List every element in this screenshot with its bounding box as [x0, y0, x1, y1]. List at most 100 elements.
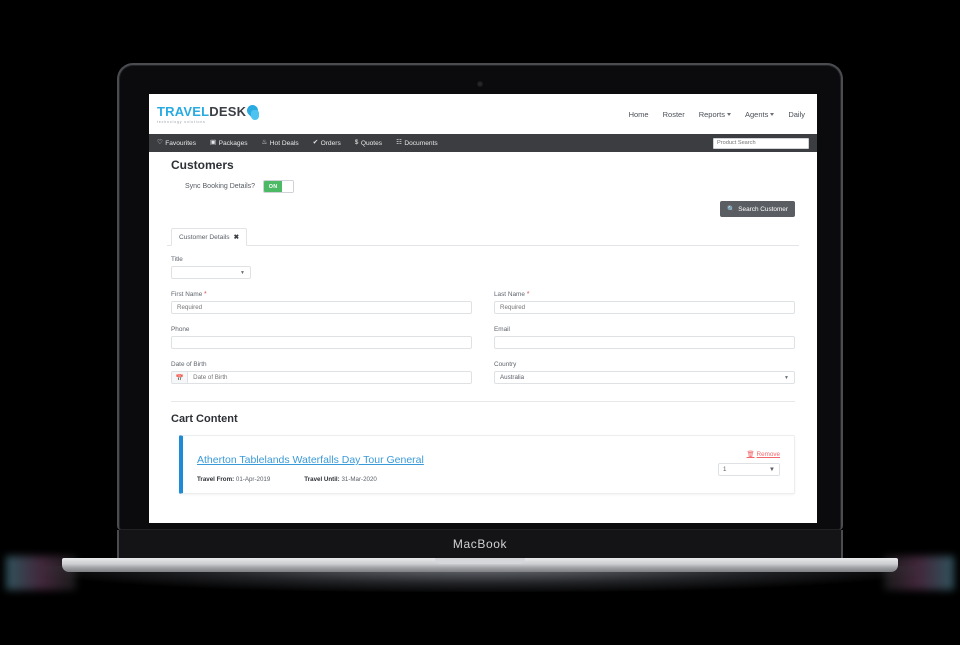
search-customer-label: Search Customer [738, 205, 788, 213]
top-navigation: Home Roster Reports Agents Daily [629, 110, 807, 119]
calendar-icon[interactable]: 📅 [171, 371, 188, 384]
title-select[interactable]: ▼ [171, 266, 251, 279]
top-nav-label: Agents [744, 109, 769, 119]
laptop-base [62, 558, 898, 572]
sync-booking-row: Sync Booking Details? ON [185, 180, 799, 193]
nav-label: Documents [404, 139, 438, 147]
tab-customer-details[interactable]: Customer Details ✖ [171, 228, 248, 246]
form-spacer [494, 256, 795, 279]
nav-item-favourites[interactable]: ♡ Favourites [157, 138, 196, 147]
laptop-bottom-bezel: MacBook [117, 530, 843, 558]
map-pin-hand-icon [244, 102, 261, 120]
sync-booking-toggle[interactable]: ON [263, 180, 295, 193]
product-search-input[interactable] [713, 137, 809, 149]
travel-until: Travel Until: 31-Mar-2020 [304, 476, 377, 483]
customer-details-form: Title ▼ First Name * Required Last Name … [167, 246, 799, 384]
nav-label: Quotes [360, 139, 383, 147]
close-icon[interactable]: ✖ [234, 233, 239, 241]
section-divider [171, 401, 795, 402]
page-title: Customers [171, 158, 234, 172]
nav-item-packages[interactable]: ▣ Packages [210, 138, 248, 147]
brand-name-part1: TRAVEL [157, 103, 210, 119]
toggle-knob [282, 181, 294, 192]
heart-icon: ♡ [157, 138, 163, 146]
chevron-down-icon [726, 113, 731, 117]
cart-item-title[interactable]: Atherton Tablelands Waterfalls Day Tour … [197, 454, 424, 466]
package-icon: ▣ [210, 138, 217, 146]
brand-name-part2: DESK [209, 103, 247, 119]
country-select[interactable]: Australia ▼ [494, 371, 795, 384]
chevron-down-icon: ▼ [240, 269, 245, 276]
required-marker: * [526, 291, 530, 298]
top-nav-label: Daily [788, 109, 805, 119]
remove-item-button[interactable]: 🗑 Remove [746, 450, 780, 459]
top-nav-label: Reports [698, 109, 725, 119]
brand-logo[interactable]: TRAVELDESK technology solutions [157, 102, 261, 124]
nav-item-hot-deals[interactable]: ♨ Hot Deals [262, 139, 299, 147]
nav-item-documents[interactable]: ☷ Documents [396, 139, 438, 147]
cart-item-card: Atherton Tablelands Waterfalls Day Tour … [179, 435, 795, 494]
tab-bar: Customer Details ✖ [167, 228, 799, 246]
field-label-phone: Phone [171, 326, 190, 333]
trash-icon: 🗑 [746, 451, 755, 458]
search-customer-button[interactable]: 🔍 Search Customer [720, 201, 795, 217]
screenshot-stage: TRAVELDESK technology solutions Home Ros… [0, 0, 960, 645]
toggle-on-label: ON [264, 181, 283, 192]
top-nav-item-roster[interactable]: Roster [663, 110, 685, 119]
field-date-of-birth: Date of Birth 📅 [171, 361, 472, 384]
search-icon: 🔍 [727, 206, 736, 213]
site-header: TRAVELDESK technology solutions Home Ros… [149, 94, 817, 134]
sync-booking-label: Sync Booking Details? [185, 183, 256, 190]
phone-input[interactable] [171, 336, 472, 349]
top-nav-item-agents[interactable]: Agents [744, 109, 775, 119]
nav-label: Packages [218, 139, 248, 147]
top-nav-item-home[interactable]: Home [629, 110, 649, 119]
cart-item-actions: 🗑 Remove 1 ▼ [708, 450, 780, 483]
chevron-down-icon: ▼ [768, 466, 775, 473]
form-row-contact: Phone Email [171, 326, 795, 349]
field-last-name: Last Name * [494, 291, 795, 314]
form-row-names: First Name * Last Name * [171, 291, 795, 314]
travel-from: Travel From: 01-Apr-2019 [197, 476, 271, 483]
quantity-select[interactable]: 1 ▼ [718, 463, 780, 476]
form-row-title: Title ▼ [171, 256, 795, 279]
chevron-down-icon: ▼ [784, 374, 789, 381]
nav-label: Orders [320, 139, 341, 147]
cart-item-meta: Travel From: 01-Apr-2019 Travel Until: 3… [197, 476, 708, 483]
date-of-birth-input[interactable] [187, 371, 472, 384]
country-select-value: Australia [500, 374, 525, 381]
product-search-wrapper [713, 137, 809, 149]
top-nav-item-reports[interactable]: Reports [699, 110, 731, 119]
check-icon: ✔ [312, 138, 319, 146]
top-nav-item-daily[interactable]: Daily [788, 110, 805, 119]
top-nav-label: Roster [662, 109, 685, 119]
cart-content-heading: Cart Content [171, 413, 238, 425]
field-country: Country Australia ▼ [494, 361, 795, 384]
field-label-last-name: Last Name * [494, 291, 530, 298]
field-label-email: Email [494, 326, 510, 333]
top-nav-label: Home [628, 109, 649, 119]
webcam-icon [478, 82, 482, 86]
quantity-value: 1 [723, 466, 727, 473]
dollar-icon: $ [354, 138, 359, 146]
device-label: MacBook [452, 537, 508, 551]
browser-page: TRAVELDESK technology solutions Home Ros… [149, 94, 817, 523]
field-phone: Phone [171, 326, 472, 349]
nav-item-orders[interactable]: ✔ Orders [312, 138, 341, 147]
laptop-screen: TRAVELDESK technology solutions Home Ros… [149, 94, 817, 523]
date-of-birth-group: 📅 [171, 371, 472, 384]
form-row-dob-country: Date of Birth 📅 Country Australia [171, 361, 795, 384]
field-label-title: Title [171, 256, 183, 263]
field-label-first-name: First Name * [171, 291, 207, 298]
email-input[interactable] [494, 336, 795, 349]
field-title: Title ▼ [171, 256, 472, 279]
field-first-name: First Name * [171, 291, 472, 314]
nav-item-quotes[interactable]: $ Quotes [354, 138, 383, 147]
last-name-input[interactable] [494, 301, 795, 314]
field-email: Email [494, 326, 795, 349]
first-name-input[interactable] [171, 301, 472, 314]
remove-label: Remove [756, 450, 780, 458]
page-content: Customers Sync Booking Details? ON 🔍 Sea… [149, 152, 817, 494]
field-label-country: Country [494, 361, 517, 368]
laptop-lid: TRAVELDESK technology solutions Home Ros… [117, 63, 843, 530]
